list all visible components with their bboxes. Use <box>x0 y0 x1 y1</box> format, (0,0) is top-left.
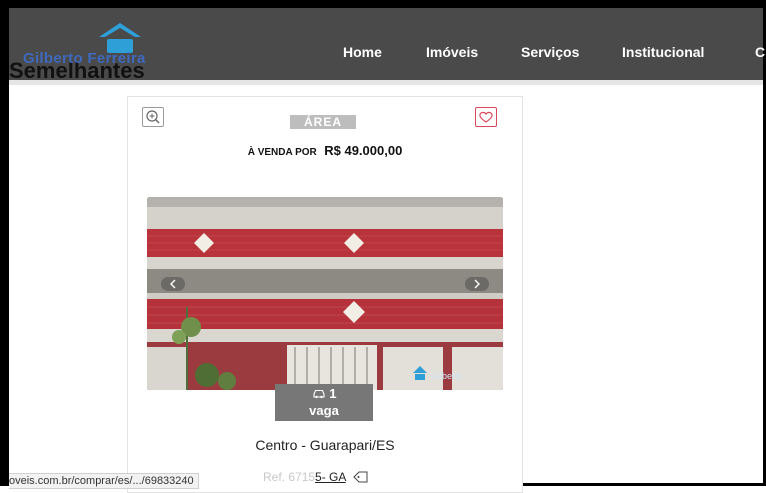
photo-next-button[interactable] <box>465 277 489 291</box>
status-bar-url: oveis.com.br/comprar/es/.../69833240 <box>9 473 199 489</box>
property-card[interactable]: ÁREA À VENDA POR R$ 49.000,00 Gilberto 1… <box>127 96 523 493</box>
nav-servicos[interactable]: Serviços <box>521 44 579 60</box>
favorite-button[interactable] <box>475 107 497 127</box>
photo-watermark: Gilberto <box>431 371 463 381</box>
photo-prev-button[interactable] <box>161 277 185 291</box>
property-photo[interactable]: Gilberto <box>147 197 503 390</box>
parking-label: vaga <box>309 403 339 418</box>
building-image: Gilberto <box>147 197 503 390</box>
parking-count-row: 1 <box>275 386 373 401</box>
nav-institucional[interactable]: Institucional <box>622 44 704 60</box>
window-frame-left <box>0 0 9 486</box>
header-shadow <box>9 80 763 85</box>
zoom-button[interactable] <box>142 107 164 127</box>
window-frame-top <box>0 0 766 8</box>
property-location: Centro - Guarapari/ES <box>255 437 395 453</box>
nav-contato[interactable]: C <box>755 44 765 60</box>
parking-count: 1 <box>329 386 337 401</box>
area-label: ÁREA <box>290 115 356 129</box>
price-line: À VENDA POR R$ 49.000,00 <box>128 142 522 160</box>
price-prefix: À VENDA POR <box>247 147 317 158</box>
ref-code[interactable]: 5- GA <box>315 470 346 484</box>
ref-prefix: Ref. 6715 <box>263 470 316 484</box>
brand-name[interactable]: Gilberto Ferreira <box>23 50 146 67</box>
property-reference: Ref. 67155- GA <box>263 470 369 484</box>
site-header: Semelhantes Gilberto Ferreira Home Imóve… <box>9 8 765 83</box>
nav-home[interactable]: Home <box>343 44 382 60</box>
car-icon <box>313 389 325 399</box>
chevron-left-icon <box>170 279 176 289</box>
parking-badge: 1 vaga <box>275 384 373 421</box>
price-value: R$ 49.000,00 <box>324 143 403 158</box>
tag-icon <box>353 471 368 483</box>
nav-imoveis[interactable]: Imóveis <box>426 44 478 60</box>
chevron-right-icon <box>474 279 480 289</box>
heart-icon <box>479 111 493 123</box>
zoom-in-icon <box>146 110 160 124</box>
